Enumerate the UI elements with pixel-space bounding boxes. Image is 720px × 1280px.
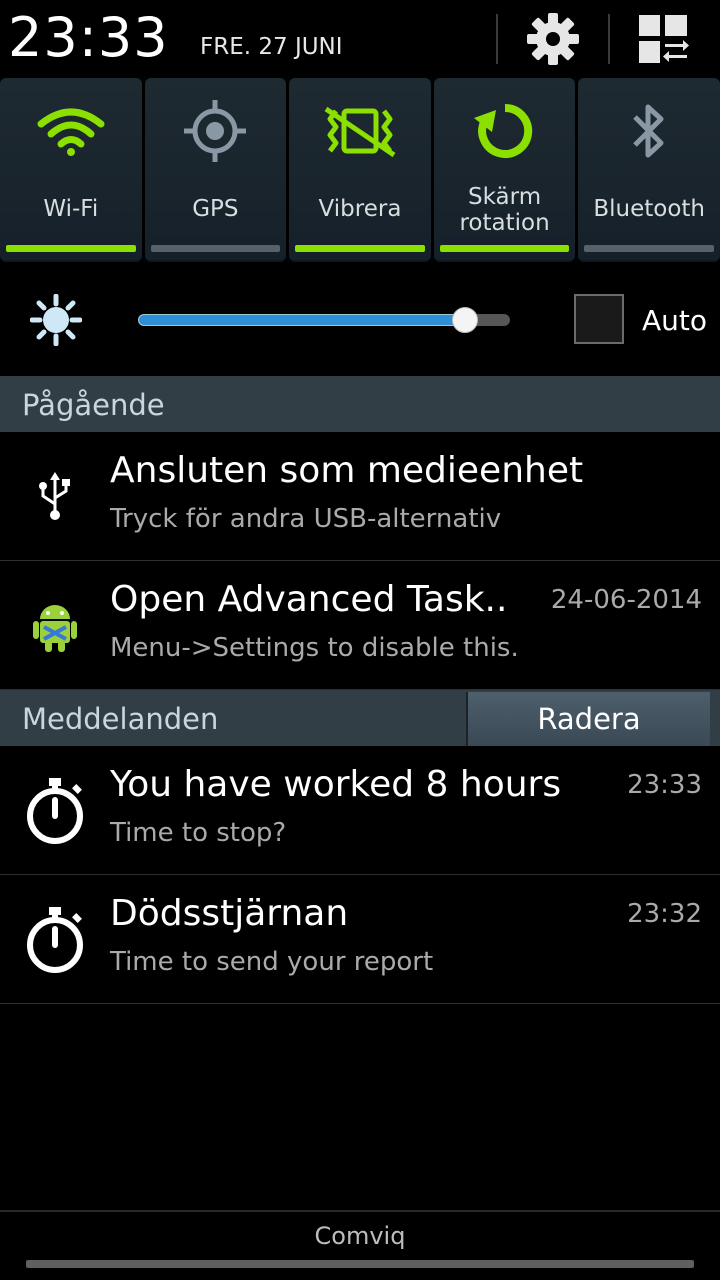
notification-item[interactable]: Ansluten som medieenhet Tryck för andra … xyxy=(0,432,720,561)
stopwatch-icon xyxy=(27,778,83,844)
vibrate-icon xyxy=(324,106,396,158)
toggle-gps[interactable]: GPS xyxy=(144,78,287,262)
notification-title: Dödsstjärnan xyxy=(110,893,349,934)
drag-handle[interactable] xyxy=(26,1260,694,1268)
toggle-indicator xyxy=(150,245,281,252)
bluetooth-icon xyxy=(633,104,664,158)
toggle-wifi[interactable]: Wi-Fi xyxy=(0,78,142,262)
brightness-slider[interactable] xyxy=(138,307,510,333)
usb-icon xyxy=(39,472,70,520)
section-ongoing: Pågående xyxy=(0,376,720,432)
notification-item[interactable]: You have worked 8 hours Time to stop? 23… xyxy=(0,746,720,875)
notification-time: 23:32 xyxy=(627,899,702,929)
notification-time: 24-06-2014 xyxy=(550,585,702,615)
gps-icon xyxy=(184,100,247,162)
toggle-bluetooth[interactable]: Bluetooth xyxy=(578,78,720,262)
brightness-row: Auto xyxy=(0,262,720,376)
section-title: Pågående xyxy=(22,388,165,422)
divider xyxy=(0,1210,720,1212)
section-notifications: Meddelanden Radera xyxy=(0,690,720,746)
quick-settings: Wi-Fi GPS Vibrera Skärm rotation Bluetoo… xyxy=(0,78,720,262)
notification-time: 23:33 xyxy=(627,770,702,800)
grid-switch-icon xyxy=(639,15,689,63)
toggle-vibrate[interactable]: Vibrera xyxy=(289,78,431,262)
toggle-indicator xyxy=(439,245,570,252)
slider-thumb[interactable] xyxy=(452,307,479,333)
toggle-grid-button[interactable] xyxy=(628,8,698,70)
clock: 23:33 xyxy=(8,6,169,69)
notification-item[interactable]: Open Advanced Task.. Menu->Settings to d… xyxy=(0,561,720,690)
toggle-label: Vibrera xyxy=(318,196,402,222)
toggle-indicator xyxy=(584,245,714,252)
toggle-label: Skärm rotation xyxy=(434,184,576,236)
toggle-label-line: Skärm xyxy=(468,184,542,210)
slider-fill xyxy=(138,314,466,326)
brightness-icon xyxy=(30,294,82,346)
notification-text: Time to stop? xyxy=(110,818,287,848)
toggle-label: Wi-Fi xyxy=(43,196,99,222)
toggle-indicator xyxy=(295,245,425,252)
divider xyxy=(496,14,498,64)
notification-title: You have worked 8 hours xyxy=(110,764,562,805)
notification-text: Time to send your report xyxy=(110,947,434,977)
date: FRE. 27 JUNI xyxy=(200,34,343,60)
toggle-indicator xyxy=(6,245,136,252)
toggle-label: Bluetooth xyxy=(593,196,705,222)
toggle-rotation[interactable]: Skärm rotation xyxy=(433,78,576,262)
auto-label: Auto xyxy=(642,304,708,337)
rotation-icon xyxy=(473,103,532,158)
section-title: Meddelanden xyxy=(22,702,219,736)
toggle-label-line: rotation xyxy=(459,210,550,236)
clear-button[interactable]: Radera xyxy=(466,692,710,746)
notification-text: Menu->Settings to disable this. xyxy=(110,633,519,663)
stopwatch-icon xyxy=(27,907,83,973)
android-icon xyxy=(33,605,77,652)
carrier-label: Comviq xyxy=(314,1222,406,1250)
gear-icon xyxy=(527,13,579,65)
auto-checkbox[interactable] xyxy=(574,294,624,344)
divider xyxy=(608,14,610,64)
notification-title: Open Advanced Task.. xyxy=(110,579,508,620)
notification-item[interactable]: Dödsstjärnan Time to send your report 23… xyxy=(0,875,720,1004)
status-header: 23:33 FRE. 27 JUNI xyxy=(0,0,720,78)
toggle-label: GPS xyxy=(192,196,239,222)
notification-text: Tryck för andra USB-alternativ xyxy=(110,504,502,534)
wifi-icon xyxy=(37,108,105,156)
notification-title: Ansluten som medieenhet xyxy=(110,450,584,491)
settings-button[interactable] xyxy=(518,8,588,70)
